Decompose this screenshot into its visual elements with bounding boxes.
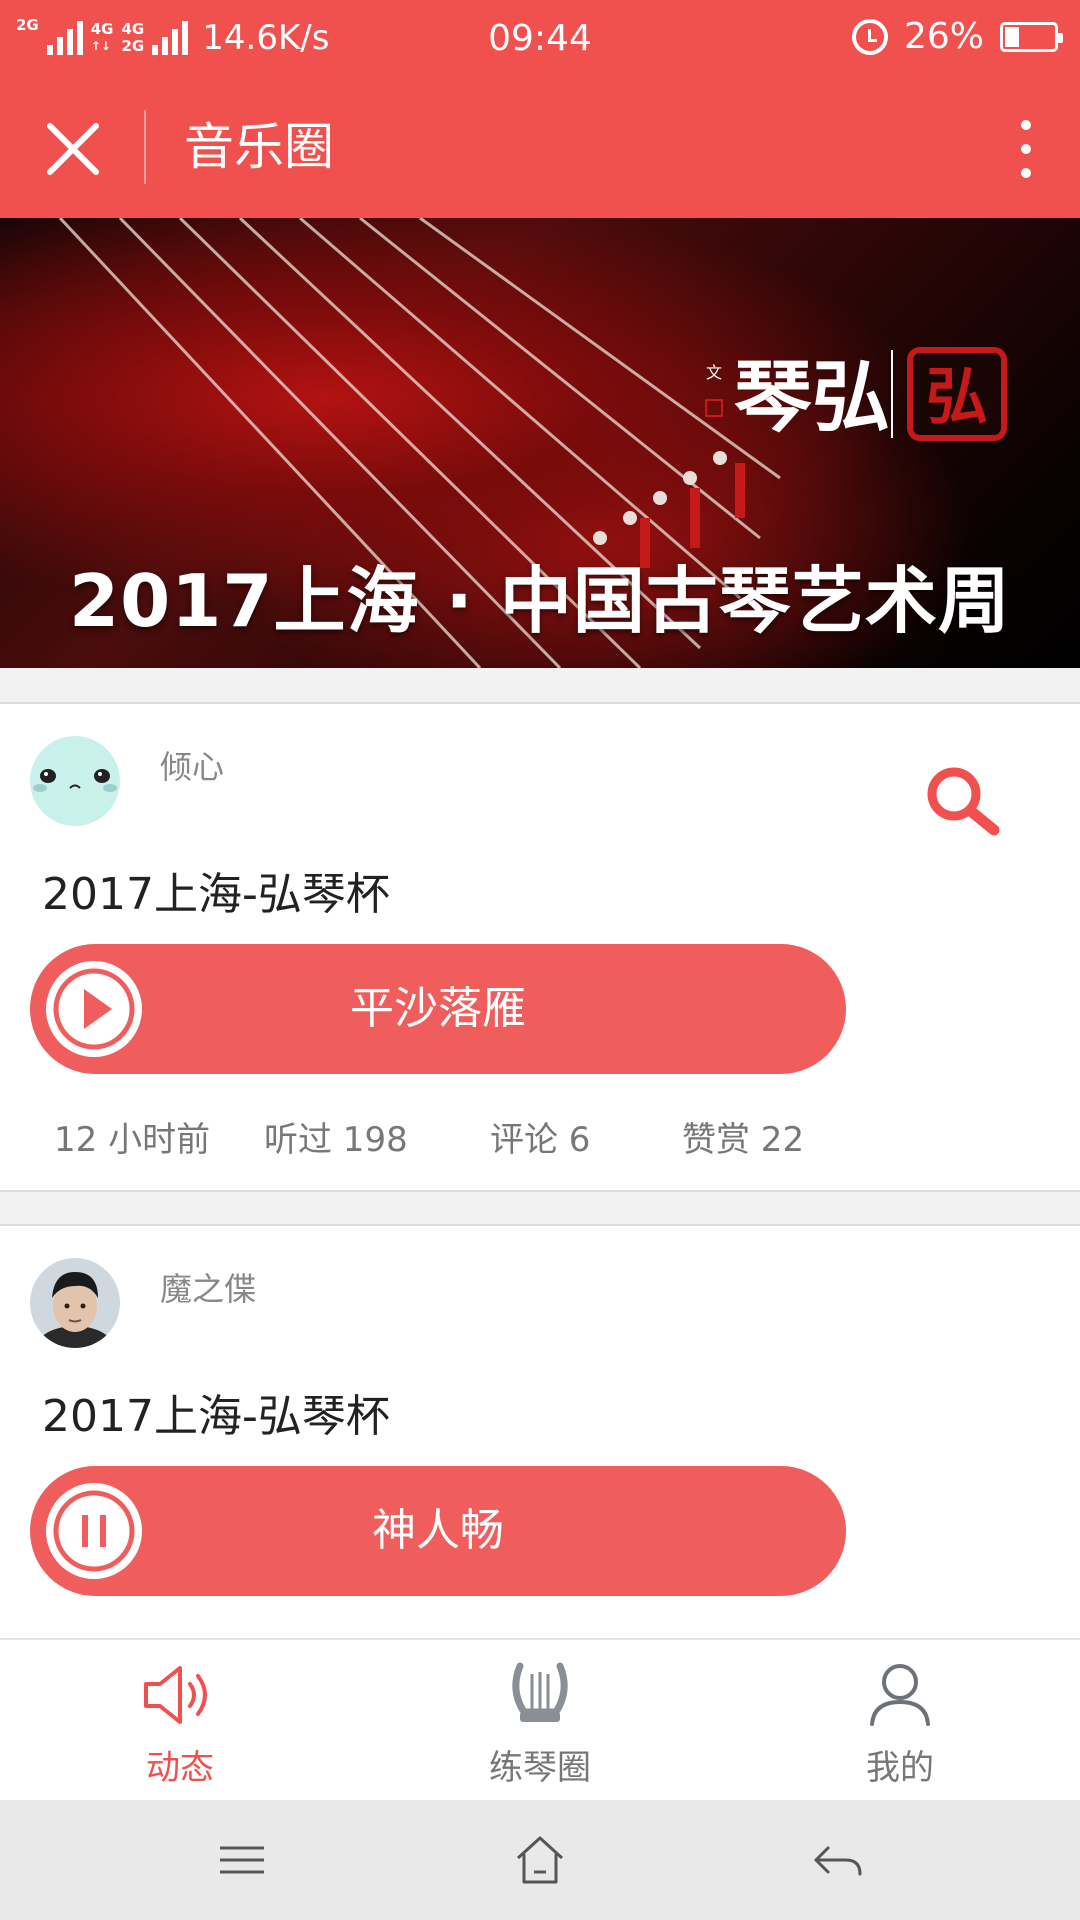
- more-vertical-icon: [1021, 120, 1031, 130]
- page-title: 音乐圈: [184, 118, 334, 176]
- lyre-icon: [512, 1662, 568, 1722]
- more-vertical-icon-dot: [1021, 168, 1031, 178]
- back-icon: [814, 1846, 862, 1876]
- track-name: 平沙落雁: [350, 983, 526, 1034]
- search-button[interactable]: [920, 760, 1004, 844]
- listen-count[interactable]: 听过 198: [264, 1112, 408, 1161]
- alarm-icon: [851, 18, 888, 55]
- post-time: 12 小时前: [54, 1120, 211, 1160]
- tab-label: 练琴圈: [489, 1748, 591, 1788]
- search-icon: [927, 767, 1000, 836]
- comment-count[interactable]: 评论 6: [490, 1112, 590, 1161]
- logo-text: 琴弘: [734, 352, 890, 443]
- title-divider: [144, 110, 146, 184]
- close-button[interactable]: [40, 116, 106, 182]
- battery-fill: [1005, 26, 1019, 47]
- status-bar: 2G 4G ↑↓ 4G 2G 14.6K/s 09:44 26%: [0, 0, 1080, 80]
- tab-practice-circle[interactable]: 练琴圈: [440, 1640, 640, 1802]
- username[interactable]: 魔之偞: [160, 1264, 256, 1310]
- tab-label: 我的: [866, 1748, 934, 1788]
- speaker-icon: [144, 1666, 207, 1724]
- user-icon: [870, 1664, 930, 1726]
- feed-card: 倾心 2017上海-弘琴杯 平沙落雁 12 小时前 听过 198 评论 6 赞赏…: [0, 702, 1080, 1192]
- more-vertical-icon-dot: [1021, 144, 1031, 154]
- audio-player-pill[interactable]: 神人畅: [30, 1466, 846, 1596]
- logo-seal: 弘: [926, 360, 988, 433]
- post-title: 2017上海-弘琴杯: [42, 869, 390, 920]
- battery-icon: [1000, 21, 1063, 52]
- close-icon: [47, 123, 99, 175]
- tab-mine[interactable]: 我的: [800, 1640, 1000, 1802]
- menu-button[interactable]: [212, 1830, 272, 1890]
- status-right: 26%: [851, 16, 1063, 57]
- tab-dynamics[interactable]: 动态: [80, 1640, 280, 1802]
- banner-caption: 2017上海 · 中国古琴艺术周: [69, 559, 1011, 643]
- avatar-face-icon: [30, 736, 120, 826]
- username[interactable]: 倾心: [160, 742, 224, 788]
- audio-player-pill[interactable]: 平沙落雁: [30, 944, 846, 1074]
- qinhong-logo: 文 琴弘 弘: [705, 347, 1007, 443]
- tab-label: 动态: [146, 1748, 214, 1788]
- title-bar: 音乐圈: [0, 80, 1080, 218]
- promo-banner[interactable]: 文 琴弘 弘 2017上海 · 中国古琴艺术周: [0, 218, 1080, 668]
- home-icon: [516, 1836, 564, 1884]
- home-button[interactable]: [510, 1830, 570, 1890]
- more-options-button[interactable]: [1006, 116, 1046, 182]
- reward-count[interactable]: 赞赏 22: [682, 1112, 804, 1161]
- feed-card: 魔之偞 2017上海-弘琴杯 神人畅: [0, 1224, 1080, 1644]
- back-button[interactable]: [808, 1830, 868, 1890]
- track-name: 神人畅: [372, 1505, 504, 1556]
- post-title: 2017上海-弘琴杯: [42, 1391, 390, 1442]
- avatar-photo-icon: [30, 1258, 120, 1348]
- avatar[interactable]: [30, 1258, 120, 1348]
- system-navigation-bar: [0, 1800, 1080, 1920]
- menu-icon: [220, 1846, 264, 1874]
- logo-small-mark: 文: [706, 363, 722, 382]
- avatar[interactable]: [30, 736, 120, 826]
- battery-percent: 26%: [903, 16, 984, 57]
- bottom-tab-bar: 动态 练琴圈 我的: [0, 1638, 1080, 1800]
